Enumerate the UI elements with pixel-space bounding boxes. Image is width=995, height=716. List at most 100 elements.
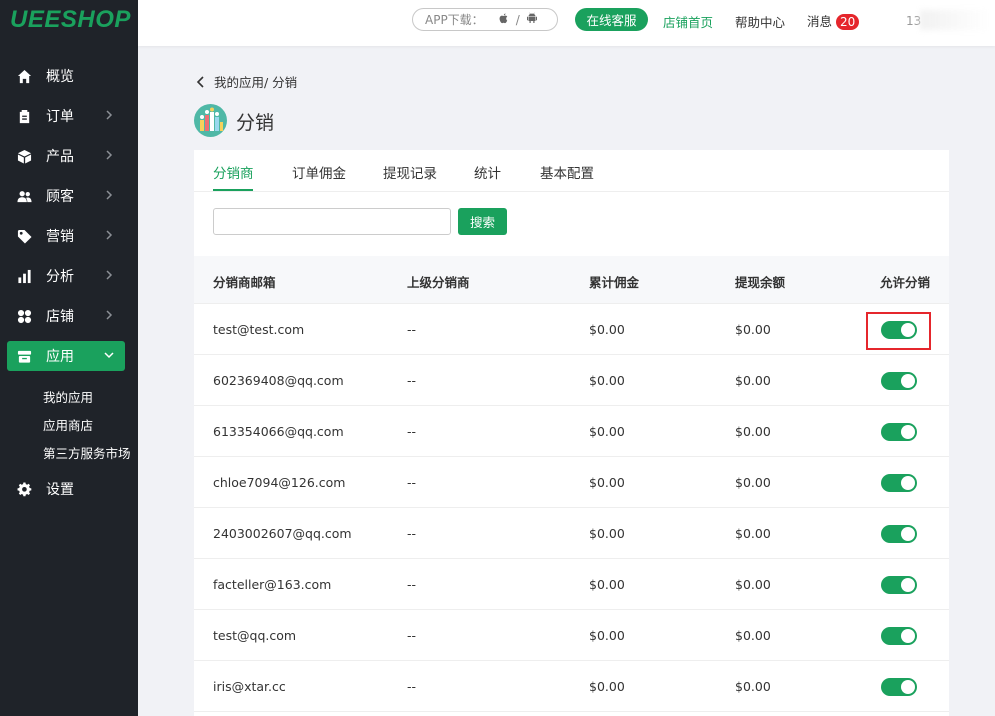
cell-commission: $0.00	[589, 475, 625, 490]
table-row: facteller@163.com -- $0.00 $0.00	[194, 559, 949, 610]
sidebar-item-store[interactable]: 店铺	[7, 301, 125, 331]
cell-commission: $0.00	[589, 526, 625, 541]
messages-link[interactable]: 消息 20	[807, 11, 860, 30]
search-button[interactable]: 搜索	[458, 208, 507, 235]
chevron-right-icon	[103, 149, 115, 161]
column-header-allowed: 允许分销	[880, 275, 931, 290]
tab-withdrawal-records[interactable]: 提现记录	[383, 162, 437, 182]
sidebar-item-apps[interactable]: 应用	[7, 341, 125, 371]
cell-email: facteller@163.com	[213, 577, 332, 592]
chevron-left-icon[interactable]	[196, 75, 206, 88]
sidebar-item-label: 店铺	[46, 309, 74, 325]
toggle-knob	[901, 374, 915, 388]
cell-parent: --	[407, 679, 417, 694]
app-download-label: APP下载：	[425, 13, 484, 27]
cell-email: iris@xtar.cc	[213, 679, 286, 694]
online-service-button[interactable]: 在线客服	[575, 8, 648, 31]
cell-parent: --	[407, 322, 417, 337]
tab-basic-config[interactable]: 基本配置	[540, 162, 594, 182]
chevron-right-icon	[103, 269, 115, 281]
cell-balance: $0.00	[735, 322, 771, 337]
sidebar-item-orders[interactable]: 订单	[7, 101, 125, 131]
chevron-right-icon	[103, 189, 115, 201]
toggle-knob	[901, 578, 915, 592]
column-header-parent: 上级分销商	[407, 275, 470, 290]
users-icon	[16, 188, 32, 204]
sidebar-item-label: 订单	[46, 109, 74, 125]
store-home-link[interactable]: 店铺首页	[663, 12, 713, 31]
message-count-badge: 20	[836, 14, 860, 30]
cell-balance: $0.00	[735, 475, 771, 490]
sidebar-subitem-third-party[interactable]: 第三方服务市场	[43, 443, 131, 462]
logo[interactable]: UEESHOP	[10, 6, 131, 34]
cell-commission: $0.00	[589, 679, 625, 694]
sidebar-item-label: 顾客	[46, 189, 74, 205]
sidebar-item-products[interactable]: 产品	[7, 141, 125, 171]
allow-distribution-toggle[interactable]	[881, 576, 917, 594]
cell-email: test@test.com	[213, 322, 305, 337]
table-row: iris@xtar.cc -- $0.00 $0.00	[194, 661, 949, 712]
allow-distribution-toggle[interactable]	[881, 423, 917, 441]
sidebar-item-marketing[interactable]: 营销	[7, 221, 125, 251]
messages-label: 消息	[807, 14, 833, 29]
sidebar-item-label: 营销	[46, 229, 74, 245]
cell-email: 2403002607@qq.com	[213, 526, 352, 541]
allow-distribution-toggle[interactable]	[881, 627, 917, 645]
content-card: 分销商 订单佣金 提现记录 统计 基本配置 搜索 分销商邮箱 上级分销商 累计佣…	[194, 150, 949, 716]
sidebar-item-overview[interactable]: 概览	[7, 61, 125, 91]
column-header-commission: 累计佣金	[589, 275, 640, 290]
sidebar-item-label: 应用	[46, 349, 74, 365]
apple-icon[interactable]	[498, 12, 510, 27]
table-row: 602369408@qq.com -- $0.00 $0.00	[194, 355, 949, 406]
cell-parent: --	[407, 424, 417, 439]
table-row: 613354066@qq.com -- $0.00 $0.00	[194, 406, 949, 457]
home-icon	[16, 68, 32, 84]
allow-distribution-toggle[interactable]	[881, 474, 917, 492]
sidebar-item-analytics[interactable]: 分析	[7, 261, 125, 291]
user-account-text: 13	[906, 14, 922, 28]
allow-distribution-toggle[interactable]	[881, 525, 917, 543]
highlight-box	[866, 312, 931, 350]
sidebar-item-customers[interactable]: 顾客	[7, 181, 125, 211]
cell-parent: --	[407, 373, 417, 388]
tab-order-commission[interactable]: 订单佣金	[292, 162, 346, 182]
cell-parent: --	[407, 577, 417, 592]
toggle-knob	[901, 527, 915, 541]
cell-parent: --	[407, 526, 417, 541]
cell-commission: $0.00	[589, 322, 625, 337]
sidebar-item-label: 分析	[46, 269, 74, 285]
toggle-knob	[901, 680, 915, 694]
cell-email: chloe7094@126.com	[213, 475, 346, 490]
allow-distribution-toggle[interactable]	[881, 372, 917, 390]
sidebar-item-label: 概览	[46, 69, 74, 85]
cell-balance: $0.00	[735, 373, 771, 388]
tab-bar: 分销商 订单佣金 提现记录 统计 基本配置	[194, 150, 949, 192]
allow-distribution-toggle[interactable]	[881, 678, 917, 696]
user-account[interactable]: 13	[906, 10, 991, 30]
breadcrumb[interactable]: 我的应用/ 分销	[196, 72, 297, 91]
tab-distributors[interactable]: 分销商	[213, 162, 254, 182]
table-header: 分销商邮箱 上级分销商 累计佣金 提现余额 允许分销	[194, 256, 949, 304]
app-icon	[16, 348, 32, 364]
sidebar-item-settings[interactable]: 设置	[7, 474, 125, 504]
sidebar-subitem-my-apps[interactable]: 我的应用	[43, 387, 93, 406]
app-download[interactable]: APP下载： /	[412, 8, 558, 31]
search-input[interactable]	[213, 208, 451, 235]
help-center-link[interactable]: 帮助中心	[735, 12, 785, 31]
chevron-right-icon	[103, 309, 115, 321]
cell-email: 613354066@qq.com	[213, 424, 344, 439]
box-icon	[16, 148, 32, 164]
redacted-mask	[920, 10, 990, 30]
android-icon[interactable]	[526, 12, 538, 27]
app-download-separator: /	[515, 12, 520, 27]
cell-parent: --	[407, 475, 417, 490]
cell-balance: $0.00	[735, 679, 771, 694]
cell-balance: $0.00	[735, 577, 771, 592]
table-row: test@qq.com -- $0.00 $0.00	[194, 610, 949, 661]
sidebar-item-label: 设置	[46, 482, 74, 498]
cell-parent: --	[407, 628, 417, 643]
table-row: 2403002607@qq.com -- $0.00 $0.00	[194, 508, 949, 559]
tab-statistics[interactable]: 统计	[474, 162, 501, 182]
page-title: 分销	[236, 112, 275, 134]
sidebar-subitem-app-store[interactable]: 应用商店	[43, 415, 93, 434]
